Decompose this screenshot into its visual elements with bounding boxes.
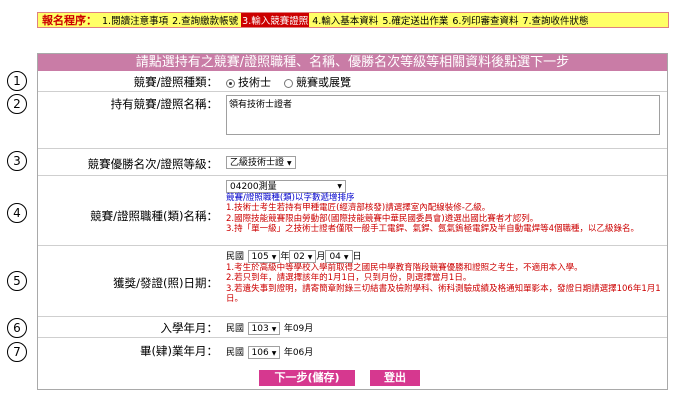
- radio-competition-label: 競賽或展覽: [296, 76, 351, 89]
- chevron-down-icon: ▼: [271, 325, 277, 333]
- job-category-select[interactable]: 04200測量 ▼: [226, 179, 346, 193]
- graduation-year-select[interactable]: 106 ▼: [247, 345, 281, 359]
- award-month-value: 02: [293, 251, 305, 262]
- job-category-note-3: 3.持「單一級」之技術士證者僅限一般手工電銲、氣銲、氬氣鎢極電銲及半自動電焊等4…: [226, 224, 640, 234]
- job-category-label: 競賽/證照職種(類)名稱：: [90, 209, 218, 223]
- award-year-value: 105: [251, 251, 269, 262]
- row-graduation-date: 7 畢(肄)業年月： 民國 106 ▼ 年06月: [7, 337, 667, 365]
- rank-level-label: 競賽優勝名次/證照等級：: [87, 157, 218, 171]
- registration-steps-bar: 報名程序： 1.閱讀注意事項 2.查詢繳款帳號 3.輸入競賽證照 4.輸入基本資…: [37, 12, 669, 28]
- rank-level-select[interactable]: 乙級技術士證 ▼: [226, 155, 296, 169]
- enrollment-date-label: 入學年月：: [160, 321, 219, 335]
- job-category-note-2: 2.國際技能競賽限由勞動部(國際技能競賽中華民國委員會)遴選出國比賽者才認列。: [226, 213, 539, 224]
- rank-level-value: 乙級技術士證: [230, 157, 285, 168]
- chevron-down-icon: ▼: [287, 159, 292, 167]
- award-date-note-3: 3.若遺失事到證明，請寄簡章附錄三切結書及檢附學科、術科測驗成績及格通知單影本，…: [226, 283, 661, 305]
- graduation-prefix: 民國: [226, 348, 245, 358]
- graduation-year-value: 106: [251, 347, 269, 358]
- enrollment-year-value: 103: [251, 323, 269, 334]
- step-number-1: 1: [7, 71, 27, 91]
- day-unit: 日: [352, 252, 362, 262]
- graduation-suffix: 年06月: [283, 348, 314, 358]
- certificate-type-label: 競賽/證照種類：: [133, 75, 218, 89]
- award-date-note-1: 1.考生於高級中等學校入學前取得之國民中學教育階段競賽優勝和證照之考生，不適用本…: [226, 262, 583, 273]
- month-unit: 月: [316, 252, 326, 262]
- row-award-date: 5 獲獎/發證(照)日期： 民國 105 ▼ 年 02 ▼ 月 04 ▼ 日 1.考生於高級中等…: [7, 245, 667, 314]
- row-enrollment-date: 6 入學年月： 民國 103 ▼ 年09月: [7, 316, 667, 338]
- award-date-label: 獲獎/發證(照)日期：: [113, 276, 218, 290]
- row-certificate-name: 2 持有競賽/證照名稱： 領有技術士證者: [7, 91, 667, 148]
- certificate-name-textarea[interactable]: 領有技術士證者: [226, 95, 660, 135]
- step-number-3: 3: [7, 151, 27, 171]
- enrollment-year-select[interactable]: 103 ▼: [247, 321, 281, 335]
- year-unit: 年: [280, 252, 290, 262]
- step-number-6: 6: [7, 318, 27, 338]
- chevron-down-icon: ▼: [307, 253, 313, 261]
- form-header: 請點選持有之競賽/證照職種、名稱、優勝名次等級等相關資料後點選下一步: [38, 54, 667, 71]
- award-day-value: 04: [329, 251, 341, 262]
- award-date-note-2: 2.若只到年，請選擇該年的1月1日，只到月份，則選擇當月1日。: [226, 273, 472, 283]
- row-job-category: 4 競賽/證照職種(類)名稱： 04200測量 ▼ 競賽/證照職種(類)以字數遞增…: [7, 175, 667, 245]
- award-date-prefix: 民國: [226, 252, 245, 262]
- step-4[interactable]: 4.輸入基本資料: [311, 13, 379, 27]
- logout-button[interactable]: 登出: [370, 370, 420, 386]
- chevron-down-icon: ▼: [337, 182, 342, 190]
- job-category-hint: 競賽/證照職種(類)以字數遞增排序: [226, 192, 355, 203]
- certificate-form-panel: 請點選持有之競賽/證照職種、名稱、優勝名次等級等相關資料後點選下一步 1 競賽/…: [7, 53, 668, 390]
- award-month-select[interactable]: 02 ▼: [289, 249, 317, 263]
- award-year-select[interactable]: 105 ▼: [247, 249, 281, 263]
- radio-technician[interactable]: [226, 78, 235, 88]
- step-1[interactable]: 1.閱讀注意事項: [101, 13, 169, 27]
- step-3-active[interactable]: 3.輸入競賽證照: [241, 13, 310, 27]
- row-rank-level: 3 競賽優勝名次/證照等級： 乙級技術士證 ▼: [7, 148, 667, 175]
- certificate-name-label: 持有競賽/證照名稱：: [110, 97, 218, 111]
- radio-technician-label: 技術士: [238, 76, 271, 89]
- enrollment-suffix: 年09月: [283, 324, 314, 334]
- job-category-value: 04200測量: [230, 181, 277, 192]
- chevron-down-icon: ▼: [271, 349, 277, 357]
- step-number-2: 2: [7, 94, 27, 114]
- steps-label: 報名程序：: [42, 14, 97, 27]
- radio-competition[interactable]: [284, 78, 293, 88]
- step-5[interactable]: 5.確定送出作業: [381, 13, 449, 27]
- next-save-button[interactable]: 下一步(儲存): [259, 370, 355, 386]
- job-category-note-1: 1.技術士考生若持有甲種電匠(經濟部核發)請選擇室內配線裝修-乙級。: [226, 203, 491, 213]
- step-2[interactable]: 2.查詢繳款帳號: [171, 13, 239, 27]
- chevron-down-icon: ▼: [271, 253, 277, 261]
- row-certificate-type: 1 競賽/證照種類： 技術士 競賽或展覽: [7, 71, 667, 91]
- certificate-type-options: 技術士 競賽或展覽: [226, 74, 351, 90]
- step-number-7: 7: [7, 342, 27, 362]
- step-7[interactable]: 7.查詢收件狀態: [521, 13, 589, 27]
- step-number-5: 5: [7, 271, 27, 291]
- graduation-date-label: 畢(肄)業年月：: [140, 344, 218, 358]
- step-number-4: 4: [7, 203, 27, 223]
- enrollment-prefix: 民國: [226, 324, 245, 334]
- chevron-down-icon: ▼: [343, 253, 349, 261]
- award-day-select[interactable]: 04 ▼: [325, 249, 353, 263]
- step-6[interactable]: 6.列印審查資料: [451, 13, 519, 27]
